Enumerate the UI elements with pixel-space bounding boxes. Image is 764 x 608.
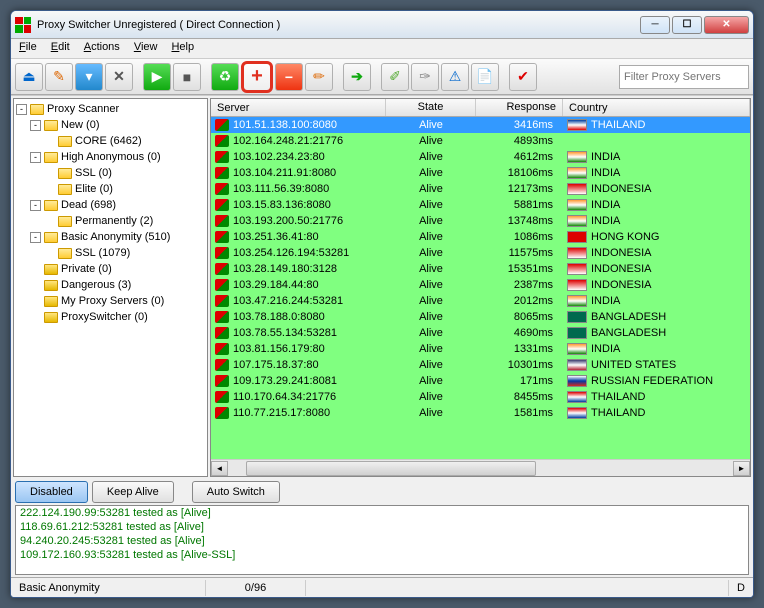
minimize-button[interactable]: ─ <box>640 16 670 34</box>
table-row[interactable]: 102.164.248.21:21776Alive4893ms <box>211 133 750 149</box>
wand-button[interactable]: ✎ <box>45 63 73 91</box>
app-icon <box>15 17 31 33</box>
x-button[interactable]: ✕ <box>105 63 133 91</box>
table-row[interactable]: 103.193.200.50:21776Alive13748msINDIA <box>211 213 750 229</box>
table-row[interactable]: 103.28.149.180:3128Alive15351msINDONESIA <box>211 261 750 277</box>
eject-button[interactable]: ⏏ <box>15 63 43 91</box>
menubar: File Edit Actions View Help <box>11 39 753 59</box>
tree-node[interactable]: -High Anonymous (0) <box>16 149 205 165</box>
down-button[interactable]: ▾ <box>75 63 103 91</box>
tree-node[interactable]: SSL (0) <box>16 165 205 181</box>
table-row[interactable]: 103.81.156.179:80Alive1331msINDIA <box>211 341 750 357</box>
tree-node[interactable]: Permanently (2) <box>16 213 205 229</box>
dropper-button[interactable]: ✐ <box>381 63 409 91</box>
check-button[interactable]: ✔ <box>509 63 537 91</box>
table-row[interactable]: 101.51.138.100:8080Alive3416msTHAILAND <box>211 117 750 133</box>
menu-view[interactable]: View <box>134 41 158 56</box>
server-list[interactable]: Server State Response Country 101.51.138… <box>210 98 751 477</box>
autoswitch-button[interactable]: Auto Switch <box>192 481 280 503</box>
tree-node[interactable]: Dangerous (3) <box>16 277 205 293</box>
filter-input[interactable] <box>619 65 749 89</box>
statusbar: Basic Anonymity 0/96 D <box>11 577 753 597</box>
status-right: D <box>728 580 753 596</box>
col-country[interactable]: Country <box>563 99 750 116</box>
table-row[interactable]: 103.102.234.23:80Alive4612msINDIA <box>211 149 750 165</box>
col-response[interactable]: Response <box>476 99 563 116</box>
alert-button[interactable]: ⚠ <box>441 63 469 91</box>
keepalive-button[interactable]: Keep Alive <box>92 481 174 503</box>
tree-node[interactable]: -Basic Anonymity (510) <box>16 229 205 245</box>
table-row[interactable]: 103.111.56.39:8080Alive12173msINDONESIA <box>211 181 750 197</box>
list-header[interactable]: Server State Response Country <box>211 99 750 117</box>
play-button[interactable]: ▶ <box>143 63 171 91</box>
tree-node[interactable]: -Dead (698) <box>16 197 205 213</box>
menu-help[interactable]: Help <box>171 41 194 56</box>
stop-button[interactable]: ■ <box>173 63 201 91</box>
menu-actions[interactable]: Actions <box>84 41 120 56</box>
recycle-button[interactable]: ♻ <box>211 63 239 91</box>
tree-node[interactable]: -New (0) <box>16 117 205 133</box>
tree-node[interactable]: -Proxy Scanner <box>16 101 205 117</box>
status-center: 0/96 <box>206 580 306 596</box>
disabled-button[interactable]: Disabled <box>15 481 88 503</box>
table-row[interactable]: 103.254.126.194:53281Alive11575msINDONES… <box>211 245 750 261</box>
add-button[interactable] <box>241 61 273 93</box>
edit-button[interactable]: ✏ <box>305 63 333 91</box>
app-window: Proxy Switcher Unregistered ( Direct Con… <box>10 10 754 598</box>
table-row[interactable]: 103.78.188.0:8080Alive8065msBANGLADESH <box>211 309 750 325</box>
brush-button[interactable]: ✑ <box>411 63 439 91</box>
table-row[interactable]: 103.29.184.44:80Alive2387msINDONESIA <box>211 277 750 293</box>
remove-button[interactable]: − <box>275 63 303 91</box>
tree-node[interactable]: My Proxy Servers (0) <box>16 293 205 309</box>
col-server[interactable]: Server <box>211 99 386 116</box>
folder-tree[interactable]: -Proxy Scanner-New (0)CORE (6462)-High A… <box>13 98 208 477</box>
maximize-button[interactable]: ☐ <box>672 16 702 34</box>
titlebar[interactable]: Proxy Switcher Unregistered ( Direct Con… <box>11 11 753 39</box>
menu-edit[interactable]: Edit <box>51 41 70 56</box>
horiz-scrollbar[interactable]: ◄► <box>211 459 750 476</box>
window-title: Proxy Switcher Unregistered ( Direct Con… <box>37 19 280 31</box>
table-row[interactable]: 107.175.18.37:80Alive10301msUNITED STATE… <box>211 357 750 373</box>
col-state[interactable]: State <box>386 99 476 116</box>
tree-node[interactable]: ProxySwitcher (0) <box>16 309 205 325</box>
tree-node[interactable]: Elite (0) <box>16 181 205 197</box>
table-row[interactable]: 103.251.36.41:80Alive1086msHONG KONG <box>211 229 750 245</box>
menu-file[interactable]: File <box>19 41 37 56</box>
table-row[interactable]: 109.173.29.241:8081Alive171msRUSSIAN FED… <box>211 373 750 389</box>
tree-node[interactable]: CORE (6462) <box>16 133 205 149</box>
toolbar: ⏏ ✎ ▾ ✕ ▶ ■ ♻ − ✏ ➔ ✐ ✑ ⚠ 📄 ✔ <box>11 59 753 95</box>
table-row[interactable]: 103.47.216.244:53281Alive2012msINDIA <box>211 293 750 309</box>
next-button[interactable]: ➔ <box>343 63 371 91</box>
table-row[interactable]: 110.170.64.34:21776Alive8455msTHAILAND <box>211 389 750 405</box>
table-row[interactable]: 103.104.211.91:8080Alive18106msINDIA <box>211 165 750 181</box>
table-row[interactable]: 103.78.55.134:53281Alive4690msBANGLADESH <box>211 325 750 341</box>
status-left: Basic Anonymity <box>11 580 206 596</box>
close-button[interactable]: ✕ <box>704 16 749 34</box>
tree-node[interactable]: SSL (1079) <box>16 245 205 261</box>
report-button[interactable]: 📄 <box>471 63 499 91</box>
table-row[interactable]: 110.77.215.17:8080Alive1581msTHAILAND <box>211 405 750 421</box>
tree-node[interactable]: Private (0) <box>16 261 205 277</box>
log-panel[interactable]: 222.124.190.99:53281 tested as [Alive]11… <box>15 505 749 575</box>
table-row[interactable]: 103.15.83.136:8080Alive5881msINDIA <box>211 197 750 213</box>
